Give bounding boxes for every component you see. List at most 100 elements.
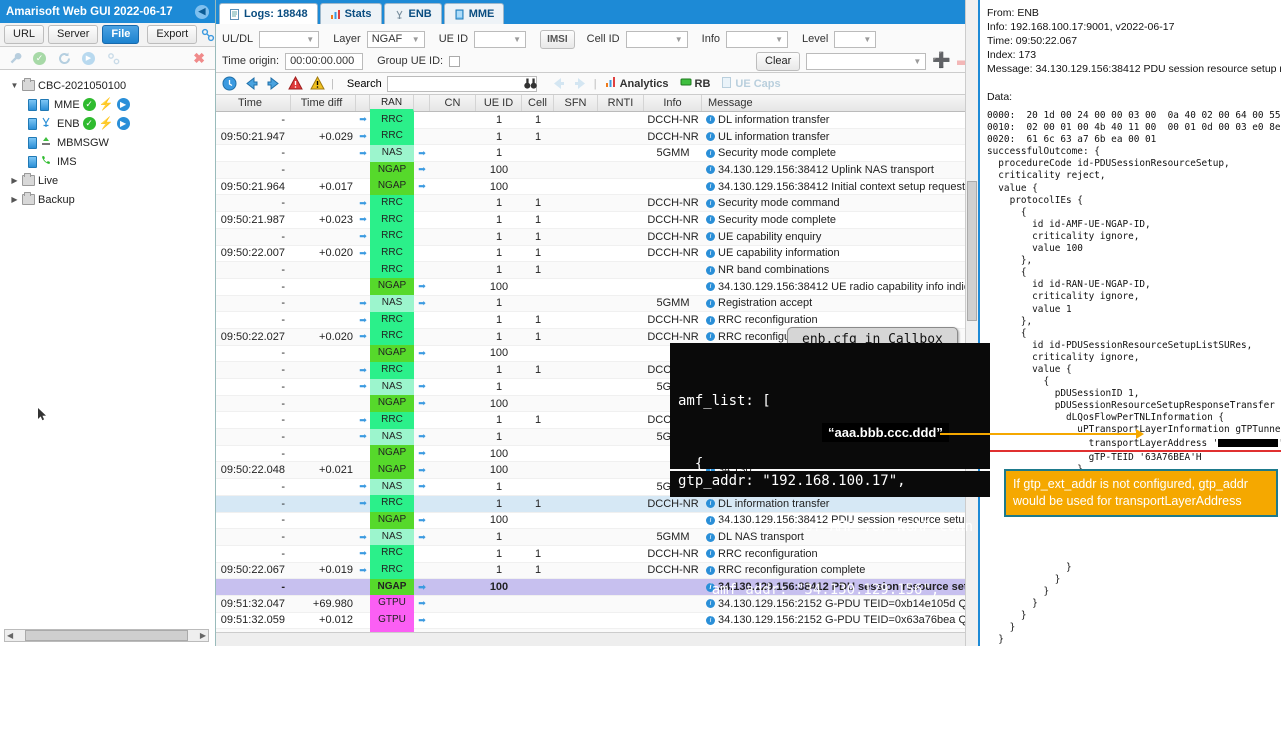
column-header-time[interactable]: Time (216, 95, 291, 111)
cell-ran: NGAP (370, 512, 414, 529)
cell-ue-id: 1 (476, 197, 522, 209)
detail-index: Index: 173 (987, 48, 1274, 62)
back-arrow-icon[interactable] (243, 75, 260, 92)
time-origin-input[interactable]: 00:00:00.000 (285, 53, 363, 70)
uecaps-button[interactable]: UE Caps (718, 77, 783, 91)
preset-select[interactable]: ▼ (806, 53, 926, 70)
table-row[interactable]: 09:50:21.964+0.017NGAP➡100i34.130.129.15… (216, 179, 978, 196)
column-header-info[interactable]: Info (644, 95, 702, 111)
scrollbar-thumb[interactable] (25, 630, 188, 641)
table-row[interactable]: 09:50:21.947+0.029➡RRC11DCCH-NRiUL infor… (216, 129, 978, 146)
next-arrow-icon[interactable] (572, 75, 589, 92)
plus-icon[interactable]: ➕ (932, 56, 951, 66)
column-header-message[interactable]: Message (702, 95, 978, 111)
column-header-ran[interactable]: RAN (370, 95, 414, 112)
analytics-button[interactable]: Analytics (602, 76, 672, 91)
search-input[interactable] (387, 76, 537, 92)
imsi-button[interactable]: IMSI (540, 30, 575, 49)
message-text: NR band combinations (718, 264, 829, 276)
table-row[interactable]: 09:50:21.987+0.023➡RRC11DCCH-NRiSecurity… (216, 212, 978, 229)
table-row[interactable]: 09:50:22.007+0.020➡RRC11DCCH-NRiUE capab… (216, 246, 978, 263)
column-header-timediff[interactable]: Time diff (291, 95, 356, 111)
forward-arrow-icon[interactable] (265, 75, 282, 92)
direction-arrow-icon: ➡ (356, 381, 370, 392)
layer-select[interactable]: NGAF ▼ (367, 31, 425, 48)
table-row[interactable]: -NGAP➡100i34.130.129.156:38412 UE radio … (216, 279, 978, 296)
tree-item-live[interactable]: ▶ Live (4, 171, 211, 190)
scroll-left-arrow-icon[interactable]: ◀ (5, 631, 15, 640)
table-row[interactable]: -➡RRC11DCCH-NRiUE capability enquiry (216, 229, 978, 246)
clock-icon[interactable] (221, 75, 238, 92)
binoculars-icon[interactable] (522, 75, 539, 92)
analytics-label: Analytics (620, 78, 669, 90)
scroll-right-arrow-icon[interactable]: ▶ (198, 631, 208, 640)
play-circle-icon[interactable]: ▶ (82, 52, 95, 65)
tab-mme[interactable]: MME (444, 3, 505, 24)
table-row[interactable]: -➡RRC11DCCH-NRiDL information transfer (216, 112, 978, 129)
tab-stats[interactable]: Stats (320, 3, 382, 24)
uldl-select[interactable]: ▼ (259, 31, 319, 48)
table-row[interactable]: -RRC11iNR band combinations (216, 262, 978, 279)
file-button[interactable]: File (102, 25, 139, 44)
clear-button[interactable]: Clear (756, 52, 800, 71)
table-row[interactable]: -➡RRC11DCCH-NRiSecurity mode command (216, 195, 978, 212)
warning-icon[interactable] (309, 75, 326, 92)
cellid-select[interactable]: ▼ (626, 31, 688, 48)
tree-item-cbc[interactable]: ▼ CBC-2021050100 (4, 76, 211, 95)
tree-item-label: Live (38, 175, 58, 187)
table-row[interactable]: -➡NAS➡15GMMiSecurity mode complete (216, 145, 978, 162)
caret-right-icon[interactable]: ▶ (10, 176, 19, 185)
scrollbar-thumb[interactable] (967, 181, 977, 321)
caret-down-icon[interactable]: ▼ (10, 81, 19, 90)
cell-ue-id: 1 (476, 147, 522, 159)
tab-logs[interactable]: Logs: 18848 (219, 3, 318, 24)
server-button[interactable]: Server (48, 25, 98, 44)
play-icon[interactable]: ▶ (117, 117, 130, 130)
table-row[interactable]: -➡NAS➡15GMMiRegistration accept (216, 296, 978, 313)
export-button[interactable]: Export (147, 25, 197, 44)
column-header-ueid[interactable]: UE ID (476, 95, 522, 111)
close-icon[interactable]: ✖ (193, 52, 205, 64)
caret-right-icon[interactable]: ▶ (10, 195, 19, 204)
url-button[interactable]: URL (4, 25, 44, 44)
bolt-icon[interactable]: ⚡ (99, 118, 114, 129)
column-header-cn[interactable]: CN (430, 95, 476, 111)
level-select[interactable]: ▼ (834, 31, 876, 48)
annotation-arrow-head (1136, 429, 1144, 439)
error-icon[interactable] (287, 75, 304, 92)
tab-enb[interactable]: ENB (384, 3, 442, 24)
check-circle-icon[interactable]: ✓ (33, 52, 46, 65)
window-title-bar: Amarisoft Web GUI 2022-06-17 ◀ (0, 0, 215, 23)
play-icon[interactable]: ▶ (117, 98, 130, 111)
column-header-sfn[interactable]: SFN (554, 95, 598, 111)
column-header-cell[interactable]: Cell (522, 95, 554, 111)
tree-item-ims[interactable]: IMS (4, 152, 211, 171)
cell-time: - (216, 398, 291, 410)
rb-button[interactable]: RB (677, 76, 714, 91)
message-text: Security mode command (718, 197, 840, 209)
left-horizontal-scrollbar[interactable]: ◀ ▶ (4, 629, 209, 642)
chevron-left-icon[interactable]: ◀ (195, 5, 209, 19)
cell-ue-id: 100 (476, 464, 522, 476)
column-header-rnti[interactable]: RNTI (598, 95, 644, 111)
prev-arrow-icon[interactable] (550, 75, 567, 92)
settings-icon[interactable] (201, 26, 215, 44)
bolt-icon[interactable]: ⚡ (99, 99, 114, 110)
config-tree: ▼ CBC-2021050100 MME ✓ ⚡ ▶ ENB ✓ ⚡ (0, 70, 215, 215)
server-icon (28, 137, 37, 149)
ueid-select[interactable]: ▼ (474, 31, 526, 48)
wrench-icon[interactable] (6, 49, 24, 67)
refresh-icon[interactable] (55, 49, 73, 67)
detail-hexdump: 0000: 20 1d 00 24 00 00 03 00 0a 40 02 0… (987, 110, 1274, 146)
cell-ue-id: 100 (476, 514, 522, 526)
tree-item-mme[interactable]: MME ✓ ⚡ ▶ (4, 95, 211, 114)
tree-item-enb[interactable]: ENB ✓ ⚡ ▶ (4, 114, 211, 133)
table-row[interactable]: -NGAP➡100i34.130.129.156:38412 Uplink NA… (216, 162, 978, 179)
info-select[interactable]: ▼ (726, 31, 788, 48)
cell-ran: RRC (370, 128, 414, 145)
tree-item-backup[interactable]: ▶ Backup (4, 190, 211, 209)
tree-item-mbmsgw[interactable]: MBMSGW (4, 133, 211, 152)
link-icon[interactable] (104, 49, 122, 67)
cell-ran: NGAP (370, 278, 414, 295)
group-ue-checkbox[interactable] (449, 56, 460, 67)
